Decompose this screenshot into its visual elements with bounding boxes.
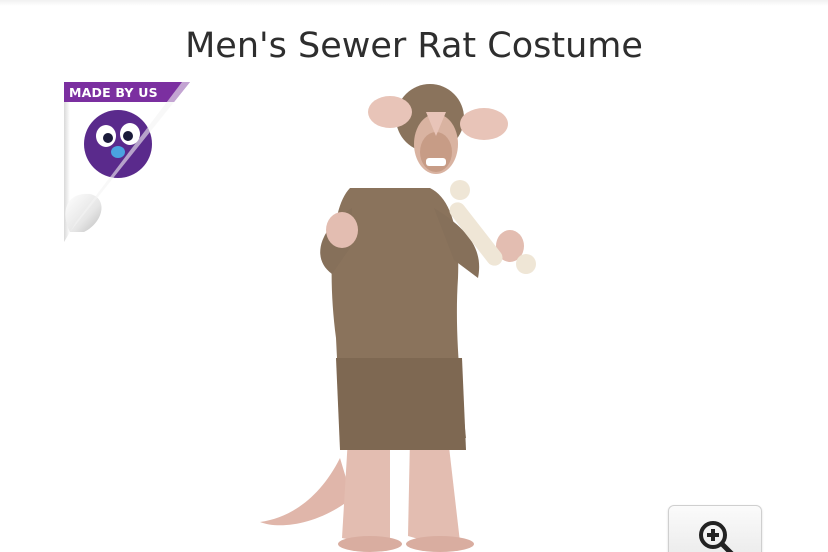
rat-costume-image	[260, 84, 536, 552]
zoom-button[interactable]	[668, 505, 762, 552]
product-photo	[240, 78, 570, 552]
zoom-in-icon	[696, 518, 736, 552]
product-title: Men's Sewer Rat Costume	[185, 26, 643, 66]
badge-label: MADE BY US	[69, 85, 158, 100]
top-divider	[0, 0, 828, 6]
made-by-us-badge: MADE BY US	[56, 82, 192, 248]
page-curl-badge-graphic	[64, 82, 190, 242]
